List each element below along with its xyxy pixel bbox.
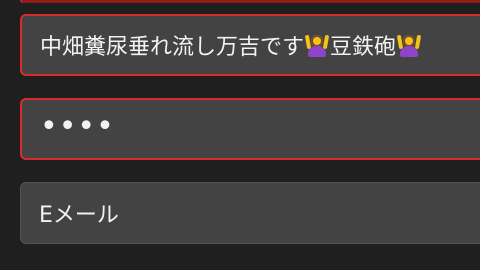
password-field[interactable]: ••••: [20, 98, 480, 160]
password-mask: ••••: [40, 108, 115, 144]
form-page: 中畑糞尿垂れ流し万吉です 豆鉄砲 •••• Eメール: [0, 0, 480, 270]
woman-gesturing-ok-icon: [396, 32, 422, 58]
username-value-part1: 中畑糞尿垂れ流し万吉です: [40, 35, 305, 60]
username-value-part2: 豆鉄砲: [330, 35, 397, 60]
previous-field-edge: [20, 0, 480, 3]
woman-gesturing-ok-icon: [304, 32, 330, 58]
username-field[interactable]: 中畑糞尿垂れ流し万吉です 豆鉄砲: [20, 14, 480, 76]
email-placeholder: Eメール: [39, 203, 119, 228]
email-field[interactable]: Eメール: [20, 182, 480, 244]
